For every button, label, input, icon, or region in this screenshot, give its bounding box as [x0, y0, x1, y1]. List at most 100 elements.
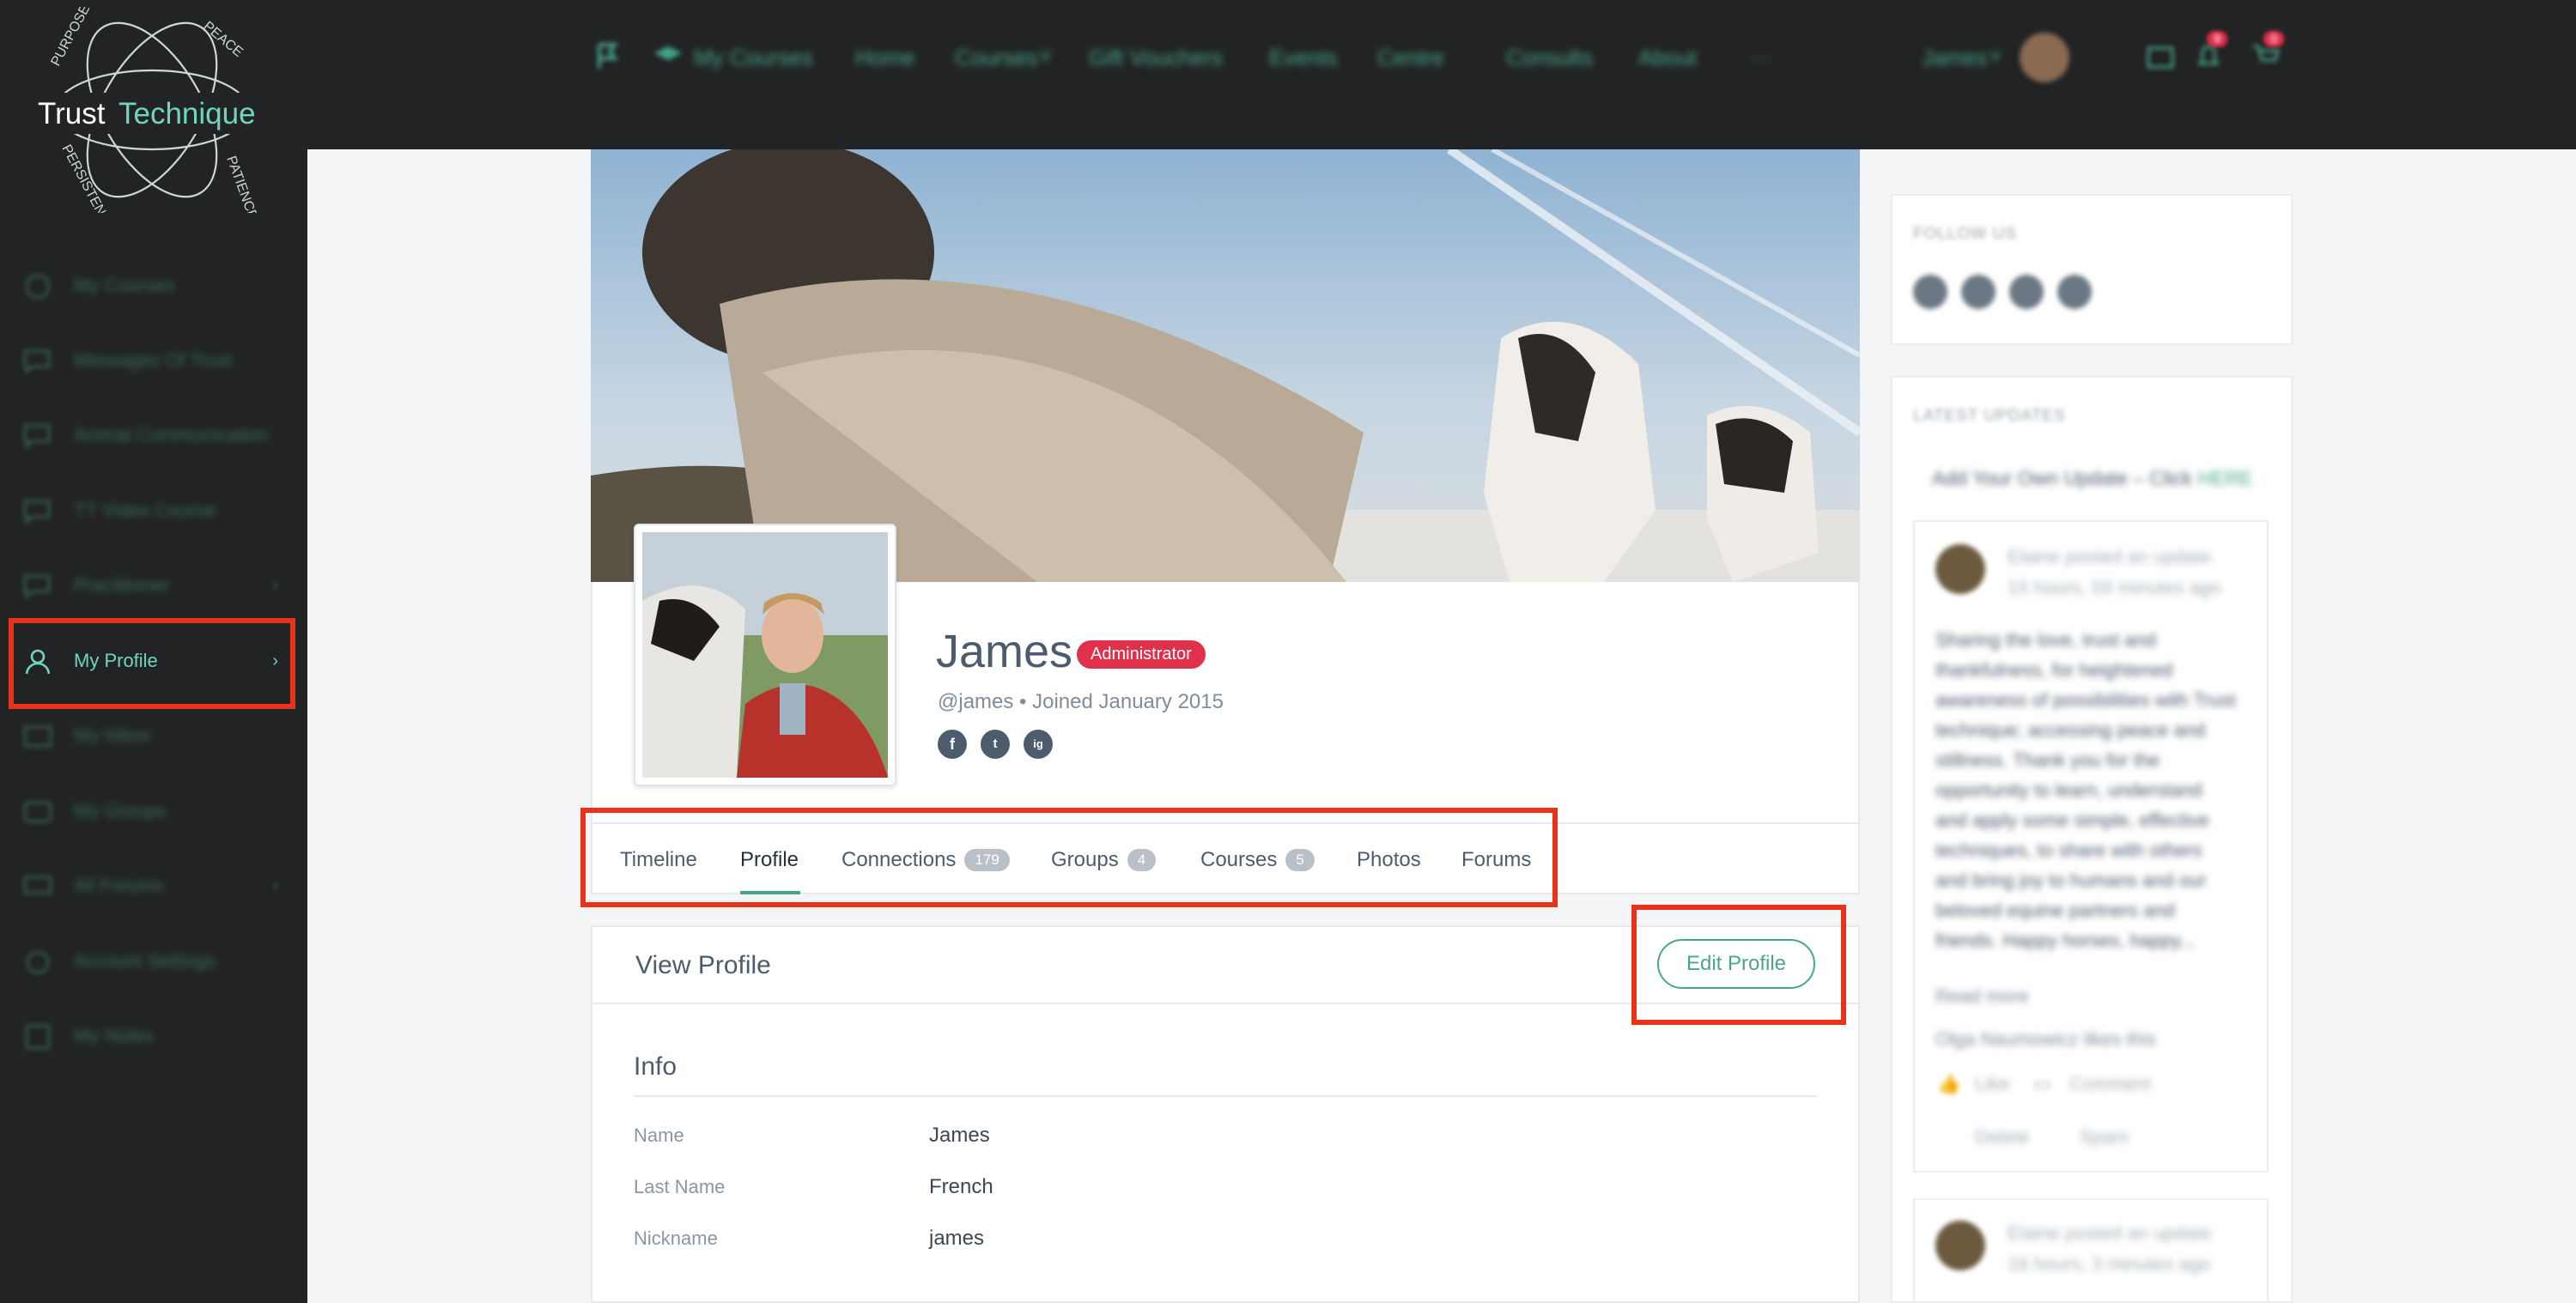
groups-icon [23, 801, 52, 823]
field-label-name: Name [634, 1124, 684, 1146]
update-text: Sharing the love, trust and thankfulness… [1935, 629, 2236, 951]
chat-bubble-icon [23, 424, 51, 450]
sidebar-item-label: Animal Communication [74, 424, 269, 445]
avatar[interactable] [1935, 1221, 1985, 1270]
comment-button[interactable]: Comment [2069, 1070, 2151, 1099]
field-value-nickname: james [929, 1227, 985, 1250]
chat-bubble-icon [23, 349, 51, 375]
role-badge: Administrator [1077, 640, 1206, 669]
sidebar-item-label: My Inbox [74, 724, 151, 746]
graduation-cap-icon [25, 274, 51, 300]
sidebar-item-label: Account Settings [74, 950, 216, 972]
logo-ring-peace: PEACE [200, 19, 245, 60]
my-profile-highlight-box [9, 618, 295, 709]
field-label-nickname: Nickname [634, 1227, 718, 1249]
follow-us-title: FOLLOW US [1913, 225, 2017, 243]
field-value-name: James [929, 1124, 990, 1147]
top-link-about[interactable]: About [1638, 45, 1697, 71]
top-link-gift-vouchers[interactable]: Gift Vouchers [1089, 45, 1223, 71]
sidebar-item-my-inbox[interactable]: My Inbox [0, 702, 307, 771]
sidebar-item-practitioner[interactable]: Practitioner › [0, 552, 307, 621]
chat-bubble-icon [23, 574, 51, 600]
gear-icon [26, 950, 50, 974]
sidebar-item-tt-video-course[interactable]: TT Video Course [0, 477, 307, 546]
cover-photo [591, 149, 1860, 582]
sidebar-item-label: My Notes [74, 1025, 154, 1046]
info-section-title: Info [634, 1052, 677, 1081]
update-timestamp: 16 hours, 3 minutes ago [2008, 1253, 2211, 1275]
sidebar-item-label: TT Video Course [74, 500, 216, 521]
chevron-right-icon: › [272, 576, 278, 595]
sidebar-item-my-courses[interactable]: My Courses [0, 252, 307, 321]
logo-text-trust: Trust [38, 97, 106, 130]
user-menu-name[interactable]: James [1922, 45, 1988, 71]
twitter-icon[interactable] [1961, 275, 1996, 309]
add-update-prompt: Add Your Own Update – Click HERE [1932, 467, 2252, 490]
sidebar-item-all-forums[interactable]: All Forums › [0, 852, 307, 921]
field-value-last-name: French [929, 1175, 993, 1198]
follow-us-widget [1891, 194, 2293, 345]
edit-profile-highlight-box [1631, 905, 1846, 1025]
spam-button[interactable]: Spam [2080, 1123, 2129, 1152]
top-link-home[interactable]: Home [855, 45, 914, 71]
top-link-my-courses[interactable]: My Courses [694, 45, 813, 71]
field-label-last-name: Last Name [634, 1176, 726, 1197]
sidebar-item-label: My Groups [74, 800, 167, 821]
update-author[interactable]: Elaine posted an update [2008, 1219, 2211, 1248]
youtube-icon[interactable] [2009, 275, 2044, 309]
instagram-icon[interactable]: ig [1024, 730, 1053, 759]
sidebar-item-label: All Forums [74, 875, 165, 896]
instagram-icon[interactable] [2057, 275, 2092, 309]
inbox-icon[interactable] [2143, 39, 2178, 74]
update-author[interactable]: Elaine posted an update [2008, 542, 2211, 572]
chat-bubble-icon [23, 500, 51, 525]
sidebar-item-account-settings[interactable]: Account Settings [0, 928, 307, 997]
add-update-text: Add Your Own Update – Click [1932, 467, 2193, 489]
inbox-icon [23, 725, 52, 748]
chevron-down-icon: ˅ [1989, 43, 2002, 69]
sidebar-item-my-notes[interactable]: My Notes [0, 1003, 307, 1071]
top-navigation-bar: My Courses Home Courses ˅ Gift Vouchers … [307, 0, 2576, 149]
logo-ring-patience: PATIENCE [223, 155, 260, 213]
avatar[interactable] [1935, 544, 1985, 594]
like-button[interactable]: Like [1975, 1070, 2009, 1099]
update-timestamp: 15 hours, 59 minutes ago [2008, 577, 2221, 598]
top-link-courses[interactable]: Courses [955, 45, 1038, 71]
notification-badge: 9 [2207, 31, 2228, 47]
tabs-highlight-box [580, 808, 1558, 907]
profile-avatar[interactable] [634, 524, 896, 786]
sidebar-item-messages-of-trust[interactable]: Messages Of Trust [0, 327, 307, 396]
notes-icon [25, 1024, 51, 1050]
chevron-right-icon: › [272, 876, 278, 895]
profile-handle-joined: @james • Joined January 2015 [938, 690, 1224, 713]
read-more-link[interactable]: Read more [1935, 982, 2029, 1011]
logo-ring-purpose: PURPOSE [49, 7, 94, 69]
top-link-centre[interactable]: Centre [1377, 45, 1444, 71]
facebook-icon[interactable] [1913, 275, 1947, 309]
view-profile-title: View Profile [635, 951, 771, 979]
sidebar-item-label: Messages Of Trust [74, 349, 233, 371]
user-avatar[interactable] [2020, 33, 2069, 82]
profile-name: James [936, 626, 1073, 677]
delete-button[interactable]: Delete [1975, 1123, 2030, 1152]
facebook-icon[interactable]: f [938, 730, 967, 759]
add-update-link[interactable]: HERE [2197, 467, 2252, 489]
trust-technique-logo[interactable]: PURPOSE PEACE PATIENCE PERSISTENCE Trust… [27, 3, 276, 235]
latest-updates-title: LATEST UPDATES [1913, 407, 2066, 425]
forum-icon [23, 876, 52, 894]
top-link-events[interactable]: Events [1269, 45, 1338, 71]
logo-text-technique: Technique [118, 97, 256, 130]
top-link-consults[interactable]: Consults [1506, 45, 1593, 71]
menu-toggle-icon[interactable] [592, 39, 627, 74]
sidebar-item-label: My Courses [74, 275, 175, 296]
sidebar-item-animal-communication[interactable]: Animal Communication [0, 402, 307, 470]
comment-icon: ▭ [2033, 1073, 2051, 1094]
sidebar-item-my-groups[interactable]: My Groups [0, 778, 307, 846]
cart-badge: 0 [2263, 31, 2285, 47]
more-menu-icon[interactable]: ··· [1750, 45, 1772, 71]
thumbs-up-icon: 👍 [1937, 1073, 1961, 1094]
chevron-down-icon: ˅ [1039, 43, 1053, 69]
likes-summary: Olga Naumowicz likes this [1935, 1028, 2156, 1050]
divider [634, 1095, 1817, 1097]
twitter-icon[interactable]: t [981, 730, 1010, 759]
